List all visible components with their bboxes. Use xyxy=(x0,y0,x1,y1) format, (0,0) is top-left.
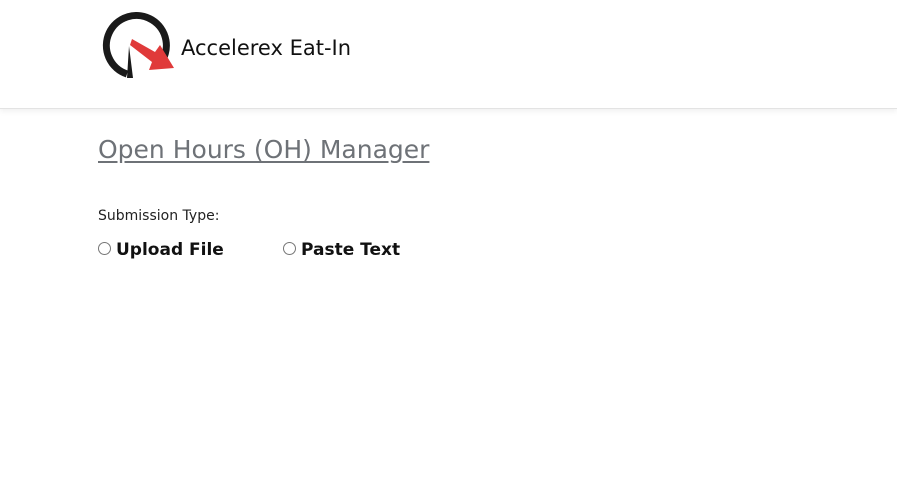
upload-file-radio[interactable] xyxy=(98,241,111,255)
top-header: Accelerex Eat-In xyxy=(0,0,897,109)
page-title[interactable]: Open Hours (OH) Manager xyxy=(98,135,429,164)
brand-home-link[interactable]: Accelerex Eat-In xyxy=(98,12,351,86)
upload-file-label: Upload File xyxy=(116,240,224,260)
upload-file-option[interactable]: Upload File xyxy=(97,240,224,260)
paste-text-option[interactable]: Paste Text xyxy=(282,240,400,260)
brand-name: Accelerex Eat-In xyxy=(181,36,352,60)
speedometer-logo-icon xyxy=(102,12,174,78)
submission-type-label: Submission Type: xyxy=(98,208,220,224)
paste-text-radio[interactable] xyxy=(283,241,296,255)
paste-text-label: Paste Text xyxy=(301,240,401,260)
